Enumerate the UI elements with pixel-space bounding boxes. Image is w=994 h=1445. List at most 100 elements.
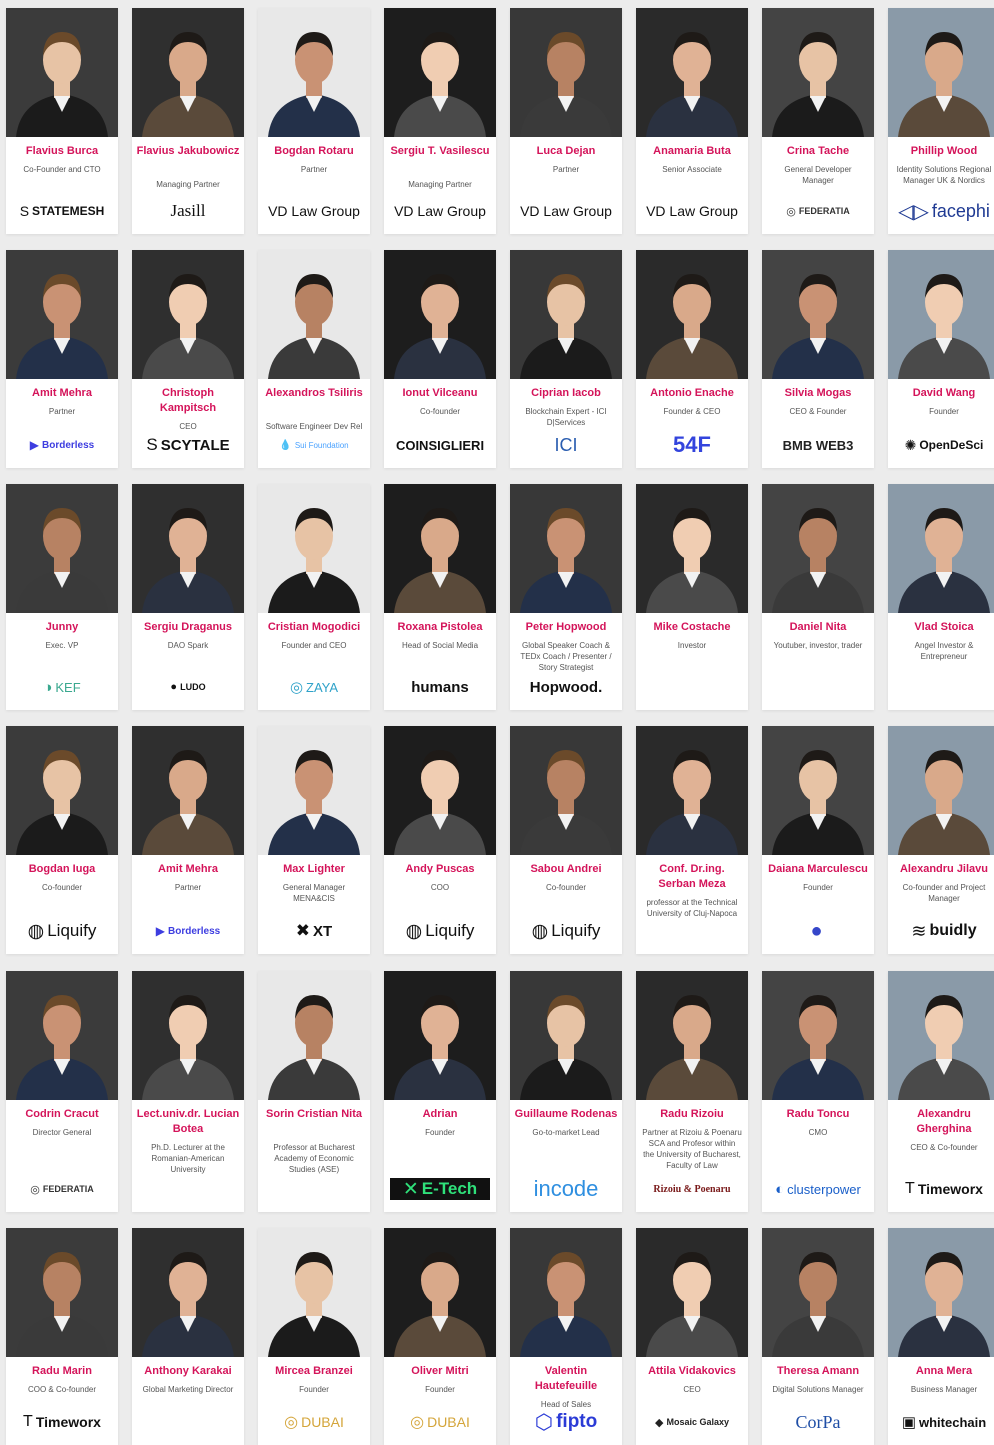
company-logo-text: VD Law Group [268,203,360,219]
company-logo-text: Liquify [425,921,475,940]
speaker-role: Ph.D. Lecturer at the Romanian-American … [151,1143,225,1174]
speaker-card[interactable]: Sergiu Draganus DAO Spark ● LUDO [132,484,244,710]
speaker-card[interactable]: Mircea Branzei Founder ◎ DUBAI [258,1228,370,1445]
speaker-photo [384,1228,496,1357]
speaker-card[interactable]: Conf. Dr.ing. Serban Meza professor at th… [636,726,748,954]
company-logo: VD Law Group [636,196,748,226]
speaker-role: Managing Partner [408,180,472,189]
speaker-card[interactable]: David Wang Founder ✺ OpenDeSci [888,250,994,468]
company-logo: ◎ DUBAI [384,1407,496,1437]
speaker-card[interactable]: Bogdan Iuga Co-founder ◍ Liquify [6,726,118,954]
speaker-card[interactable]: Peter Hopwood Global Speaker Coach & TEDx… [510,484,622,710]
speaker-card[interactable]: Flavius Jakubowicz Managing Partner Jasill [132,8,244,234]
speaker-card[interactable]: Adrian Founder ✕ E-Tech [384,971,496,1212]
speaker-name: Mircea Branzei [275,1365,353,1377]
speaker-card[interactable]: Attila Vidakovics CEO ◆ Mosaic Galaxy [636,1228,748,1445]
company-logo: humans [384,672,496,702]
speaker-card[interactable]: Vlad Stoica Angel Investor & Entrepreneur [888,484,994,710]
speaker-role: CEO & Co-founder [910,1143,978,1152]
speaker-card[interactable]: Sabou Andrei Co-founder ◍ Liquify [510,726,622,954]
speaker-card[interactable]: Silvia Mogas CEO & Founder BMB WEB3 [762,250,874,468]
speaker-photo [510,8,622,137]
company-logo: ✕ E-Tech [390,1178,490,1200]
speaker-card[interactable]: Crina Tache General Developer Manager ◎ FED… [762,8,874,234]
speaker-card[interactable]: Oliver Mitri Founder ◎ DUBAI [384,1228,496,1445]
speaker-card[interactable]: Anthony Karakai Global Marketing Director [132,1228,244,1445]
speaker-card[interactable]: Radu Toncu CMO ◐ clusterpower [762,971,874,1212]
speaker-name: Daniel Nita [789,621,847,633]
speaker-name: Christoph Kampitsch [159,387,217,414]
speaker-card[interactable]: Roxana Pistolea Head of Social Media human… [384,484,496,710]
speaker-card[interactable]: Antonio Enache Founder & CEO 54F [636,250,748,468]
speaker-photo [888,250,994,379]
speaker-name: Silvia Mogas [784,387,852,399]
speaker-card[interactable]: Radu Marin COO & Co-founder T Timeworx [6,1228,118,1445]
speaker-photo [636,484,748,613]
company-logo [132,1174,244,1204]
speaker-card[interactable]: Anna Mera Business Manager ▣ whitechain [888,1228,994,1445]
speaker-card[interactable]: Alexandru Jilavu Co-founder and Project M… [888,726,994,954]
speaker-card[interactable]: Ionut Vilceanu Co-founder COINSIGLIERI [384,250,496,468]
company-logo-text: 54F [673,432,711,457]
company-logo-text: CorPa [795,1411,841,1432]
speaker-card[interactable]: Mike Costache Investor [636,484,748,710]
speaker-card[interactable]: Sergiu T. Vasilescu Managing Partner VD La… [384,8,496,234]
company-logo: BMB WEB3 [762,430,874,460]
speaker-card[interactable]: Theresa Amann Digital Solutions Manager Co… [762,1228,874,1445]
speaker-card[interactable]: Daniel Nita Youtuber, investor, trader [762,484,874,710]
speaker-photo [636,1228,748,1357]
company-logo-text: LUDO [180,682,206,692]
speaker-name: Attila Vidakovics [648,1365,736,1377]
speaker-role: General Developer Manager [784,165,852,185]
speaker-card[interactable]: Flavius Burca Co-Founder and CTO S STATEMES… [6,8,118,234]
company-logo-text: OpenDeSci [919,438,984,452]
statemesh-logo-icon: S [19,203,30,219]
speaker-card[interactable]: Guillaume Rodenas Go-to-market Lead incode [510,971,622,1212]
speaker-card[interactable]: Ciprian Iacob Blockchain Expert - ICI D|S… [510,250,622,468]
company-logo: ◆ Mosaic Galaxy [636,1407,748,1437]
speaker-card[interactable]: Phillip Wood Identity Solutions Regional … [888,8,994,234]
speaker-card[interactable]: Luca Dejan Partner VD Law Group [510,8,622,234]
speaker-role: Head of Social Media [401,641,479,650]
speaker-card[interactable]: Junny Exec. VP ◑ KEF [6,484,118,710]
speaker-card[interactable]: Max Lighter General Manager MENA&CIS ✖ XT [258,726,370,954]
speaker-photo [762,726,874,855]
company-logo-text: ZAYA [306,679,339,695]
speaker-photo [636,250,748,379]
speaker-name: Mike Costache [653,621,731,633]
speaker-card[interactable]: Alexandru Gherghina CEO & Co-founder T Time… [888,971,994,1212]
speaker-photo [258,971,370,1100]
speaker-name: Sergiu Draganus [143,621,233,633]
speaker-role: Business Manager [910,1385,978,1394]
speaker-card[interactable]: Anamaria Buta Senior Associate VD Law Grou… [636,8,748,234]
speaker-card[interactable]: Bogdan Rotaru Partner VD Law Group [258,8,370,234]
speaker-card[interactable]: Codrin Cracut Director General ◎ FEDERATIA [6,971,118,1212]
speaker-photo [510,484,622,613]
company-logo: ◍ Liquify [6,916,118,946]
clusterpower-logo-icon: ◐ [775,1180,785,1198]
company-logo-text: fipto [556,1411,598,1432]
company-logo-text: Hopwood. [529,678,603,696]
speaker-card[interactable]: Christoph Kampitsch CEO S SCYTALE [132,250,244,468]
speaker-card[interactable]: Amit Mehra Partner ▶ Borderless [6,250,118,468]
speaker-card[interactable]: Andy Puscas COO ◍ Liquify [384,726,496,954]
speaker-photo [888,484,994,613]
speaker-card[interactable]: Sorin Cristian Nita Professor at Buchares… [258,971,370,1212]
speaker-name: Sorin Cristian Nita [266,1108,362,1120]
speaker-name: Valentin Hautefeuille [534,1365,598,1392]
speaker-name: Theresa Amann [776,1365,860,1377]
speaker-photo [384,8,496,137]
company-logo: ◁▷ facephi [888,196,994,226]
company-logo: ⬡ fipto [510,1407,622,1437]
speaker-photo [258,8,370,137]
speaker-card[interactable]: Valentin Hautefeuille Head of Sales ⬡ fipto [510,1228,622,1445]
speaker-card[interactable]: Alexandros Tsiliris Software Engineer Dev… [258,250,370,468]
speaker-card[interactable]: Radu Rizoiu Partner at Rizoiu & Poenaru S… [636,971,748,1212]
speaker-card[interactable]: Daiana Marculescu Founder ● [762,726,874,954]
speaker-card[interactable]: Lect.univ.dr. Lucian Botea Ph.D. Lecturer… [132,971,244,1212]
speaker-role: Partner [300,165,328,174]
speaker-card[interactable]: Cristian Mogodici Founder and CEO ◎ ZAYA [258,484,370,710]
company-logo: VD Law Group [384,196,496,226]
speaker-card[interactable]: Amit Mehra Partner ▶ Borderless [132,726,244,954]
timeworx-logo-icon: T [905,1180,915,1197]
